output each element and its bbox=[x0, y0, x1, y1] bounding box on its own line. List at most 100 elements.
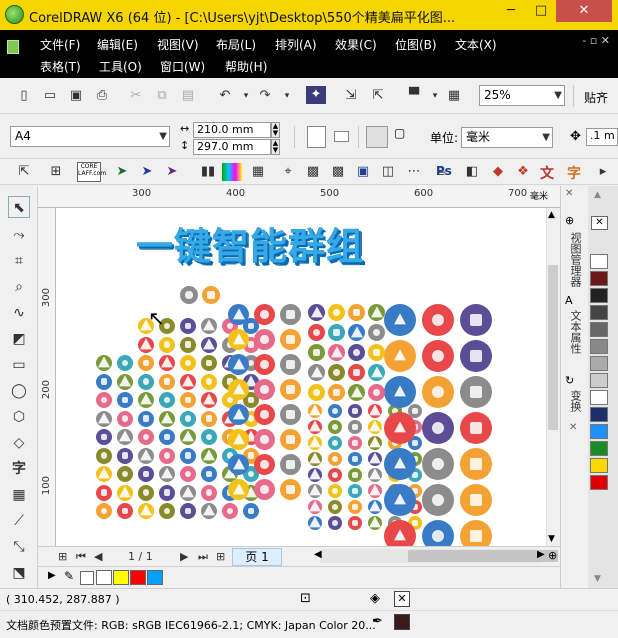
flat-icon[interactable] bbox=[228, 329, 249, 350]
flat-icon[interactable] bbox=[117, 392, 133, 408]
flat-icon[interactable] bbox=[180, 466, 196, 482]
width-spin-button[interactable]: ▲ ▼ bbox=[271, 122, 280, 138]
flat-icon[interactable] bbox=[159, 429, 175, 445]
core-laff-logo[interactable]: CORE LAFF.com bbox=[77, 162, 106, 182]
flat-icon[interactable] bbox=[96, 410, 112, 427]
document-window-controls[interactable]: - ▫ ✕ bbox=[582, 34, 610, 47]
open-icon[interactable]: ▭ bbox=[40, 87, 60, 105]
flat-icon[interactable] bbox=[384, 484, 416, 516]
flat-icon[interactable] bbox=[308, 404, 322, 418]
rectangle-tool-icon[interactable]: ▭ bbox=[8, 354, 30, 376]
flat-icon[interactable] bbox=[159, 336, 175, 353]
flat-icon[interactable] bbox=[460, 520, 492, 546]
flat-icon[interactable] bbox=[180, 336, 196, 353]
height-spin-button[interactable]: ▲ ▼ bbox=[271, 139, 280, 155]
flat-icon[interactable] bbox=[348, 436, 362, 450]
flat-icon[interactable] bbox=[328, 420, 342, 434]
palette-scroll-up-icon[interactable]: ▲ bbox=[594, 190, 601, 200]
grid-plugin-icon[interactable]: ▦ bbox=[248, 163, 268, 181]
menu-file[interactable]: 文件(F) bbox=[40, 36, 80, 53]
flat-icon[interactable] bbox=[328, 468, 342, 482]
no-color-swatch[interactable] bbox=[80, 571, 94, 585]
palette-color-swatch[interactable] bbox=[590, 271, 608, 286]
char-plugin-icon[interactable]: 字 bbox=[567, 163, 581, 183]
flat-icon[interactable] bbox=[180, 429, 196, 445]
flat-icon[interactable] bbox=[138, 503, 154, 519]
ellipse-tool-icon[interactable]: ◯ bbox=[8, 380, 30, 402]
new-document-icon[interactable]: ▯ bbox=[14, 87, 34, 105]
horizontal-scroll-thumb[interactable] bbox=[408, 550, 558, 562]
flat-icon[interactable] bbox=[368, 344, 385, 361]
flat-icon[interactable] bbox=[201, 503, 217, 519]
flat-icon[interactable] bbox=[368, 436, 382, 450]
tab-view-manager[interactable]: 视图管理器 bbox=[565, 232, 585, 292]
send-plugin-icon-3[interactable]: ➤ bbox=[162, 163, 182, 181]
color-swatch[interactable] bbox=[113, 570, 129, 585]
flat-icon[interactable] bbox=[384, 376, 416, 408]
flat-icon[interactable] bbox=[308, 364, 325, 381]
flat-icon[interactable] bbox=[159, 410, 175, 427]
flat-icon[interactable] bbox=[159, 355, 175, 371]
scroll-left-icon[interactable]: ◀ bbox=[314, 549, 322, 560]
flat-icon[interactable] bbox=[96, 503, 112, 519]
flat-icon[interactable] bbox=[180, 392, 196, 408]
flat-icon[interactable] bbox=[384, 448, 416, 480]
flat-icon[interactable] bbox=[280, 304, 301, 325]
flat-icon[interactable] bbox=[384, 520, 416, 546]
flat-icon[interactable] bbox=[460, 340, 492, 372]
flat-icon[interactable] bbox=[384, 340, 416, 372]
send-plugin-icon-2[interactable]: ➤ bbox=[137, 163, 157, 181]
target-plugin-icon[interactable]: ⌖ bbox=[278, 163, 298, 181]
flat-icon[interactable] bbox=[138, 447, 154, 464]
flat-icon[interactable] bbox=[384, 412, 416, 444]
portrait-button[interactable] bbox=[307, 126, 326, 148]
flat-icon[interactable] bbox=[228, 354, 249, 375]
palette-scroll-down-icon[interactable]: ▼ bbox=[594, 574, 601, 584]
flat-icon[interactable] bbox=[201, 447, 217, 464]
outline-color-swatch[interactable] bbox=[394, 614, 410, 630]
flat-icon[interactable] bbox=[368, 484, 382, 498]
flat-icon[interactable] bbox=[368, 420, 382, 434]
flat-icon[interactable] bbox=[368, 516, 382, 530]
save-icon[interactable]: ▣ bbox=[66, 87, 86, 105]
fill-none-swatch[interactable]: ✕ bbox=[394, 591, 410, 607]
horizontal-ruler[interactable]: 300 400 500 600 700 毫米 bbox=[38, 186, 564, 208]
flat-icon[interactable] bbox=[228, 454, 249, 475]
vertical-scroll-thumb[interactable] bbox=[548, 265, 558, 430]
palette-color-swatch[interactable] bbox=[590, 356, 608, 371]
palette-color-swatch[interactable] bbox=[590, 322, 608, 337]
snap-to-label[interactable]: 贴齐 bbox=[584, 89, 608, 106]
copy-icon[interactable]: ⧉ bbox=[152, 87, 172, 105]
flat-icon[interactable] bbox=[368, 384, 385, 401]
flat-icon[interactable] bbox=[138, 336, 154, 353]
print-icon[interactable]: ⎙ bbox=[92, 87, 112, 105]
page-size-select[interactable]: A4 ▼ bbox=[10, 126, 170, 147]
flat-icon[interactable] bbox=[96, 429, 112, 445]
flat-icon[interactable] bbox=[138, 373, 154, 390]
flat-icon[interactable] bbox=[180, 503, 196, 519]
outline-pen-icon[interactable]: ✒ bbox=[372, 614, 383, 629]
previous-page-icon[interactable]: ◀ bbox=[94, 550, 102, 563]
flat-icon[interactable] bbox=[308, 304, 325, 321]
menu-arrange[interactable]: 排列(A) bbox=[275, 36, 317, 53]
more-plugins-icon[interactable]: ▸ bbox=[593, 163, 613, 181]
undo-icon[interactable]: ↶ bbox=[215, 87, 235, 105]
scroll-right-icon[interactable]: ▶ bbox=[537, 549, 545, 560]
flat-icon[interactable] bbox=[308, 420, 322, 434]
palette-color-swatch[interactable] bbox=[590, 288, 608, 303]
palette-color-swatch[interactable] bbox=[590, 424, 608, 439]
flat-icon[interactable] bbox=[96, 484, 112, 501]
flat-icon[interactable] bbox=[96, 355, 112, 371]
frame-plugin-icon[interactable]: ▣ bbox=[353, 163, 373, 181]
next-page-icon[interactable]: ▶ bbox=[180, 550, 188, 563]
flat-icon[interactable] bbox=[368, 404, 382, 418]
flat-icon[interactable] bbox=[328, 324, 345, 341]
flat-icon[interactable] bbox=[422, 484, 454, 516]
menu-table[interactable]: 表格(T) bbox=[40, 58, 81, 75]
crop-tool-icon[interactable]: ⌗ bbox=[8, 250, 30, 272]
flat-icon[interactable] bbox=[422, 520, 454, 546]
flat-icon[interactable] bbox=[280, 404, 301, 425]
flat-icon[interactable] bbox=[280, 479, 301, 500]
flat-icon[interactable] bbox=[254, 404, 275, 425]
flat-icon[interactable] bbox=[308, 452, 322, 466]
